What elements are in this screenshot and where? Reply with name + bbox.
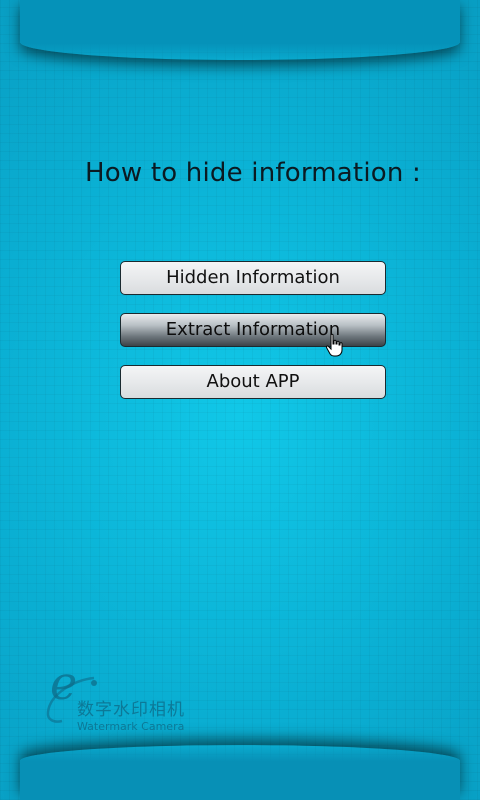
extract-information-button[interactable]: Extract Information bbox=[120, 313, 386, 347]
watermark-camera-logo: e 数字水印相机 Watermark Camera bbox=[44, 656, 244, 740]
hidden-information-button[interactable]: Hidden Information bbox=[120, 261, 386, 295]
top-shadow-decoration bbox=[20, 0, 460, 60]
logo-english-text: Watermark Camera bbox=[77, 720, 185, 733]
app-screen: How to hide information : Hidden Informa… bbox=[0, 0, 480, 800]
logo-e-icon: e bbox=[50, 656, 78, 710]
page-heading: How to hide information : bbox=[85, 158, 421, 188]
bottom-shadow-decoration bbox=[20, 745, 460, 800]
logo-dot-icon bbox=[91, 680, 97, 686]
logo-chinese-text: 数字水印相机 bbox=[77, 700, 185, 720]
hand-pointer-icon bbox=[325, 333, 343, 357]
about-app-button[interactable]: About APP bbox=[120, 365, 386, 399]
